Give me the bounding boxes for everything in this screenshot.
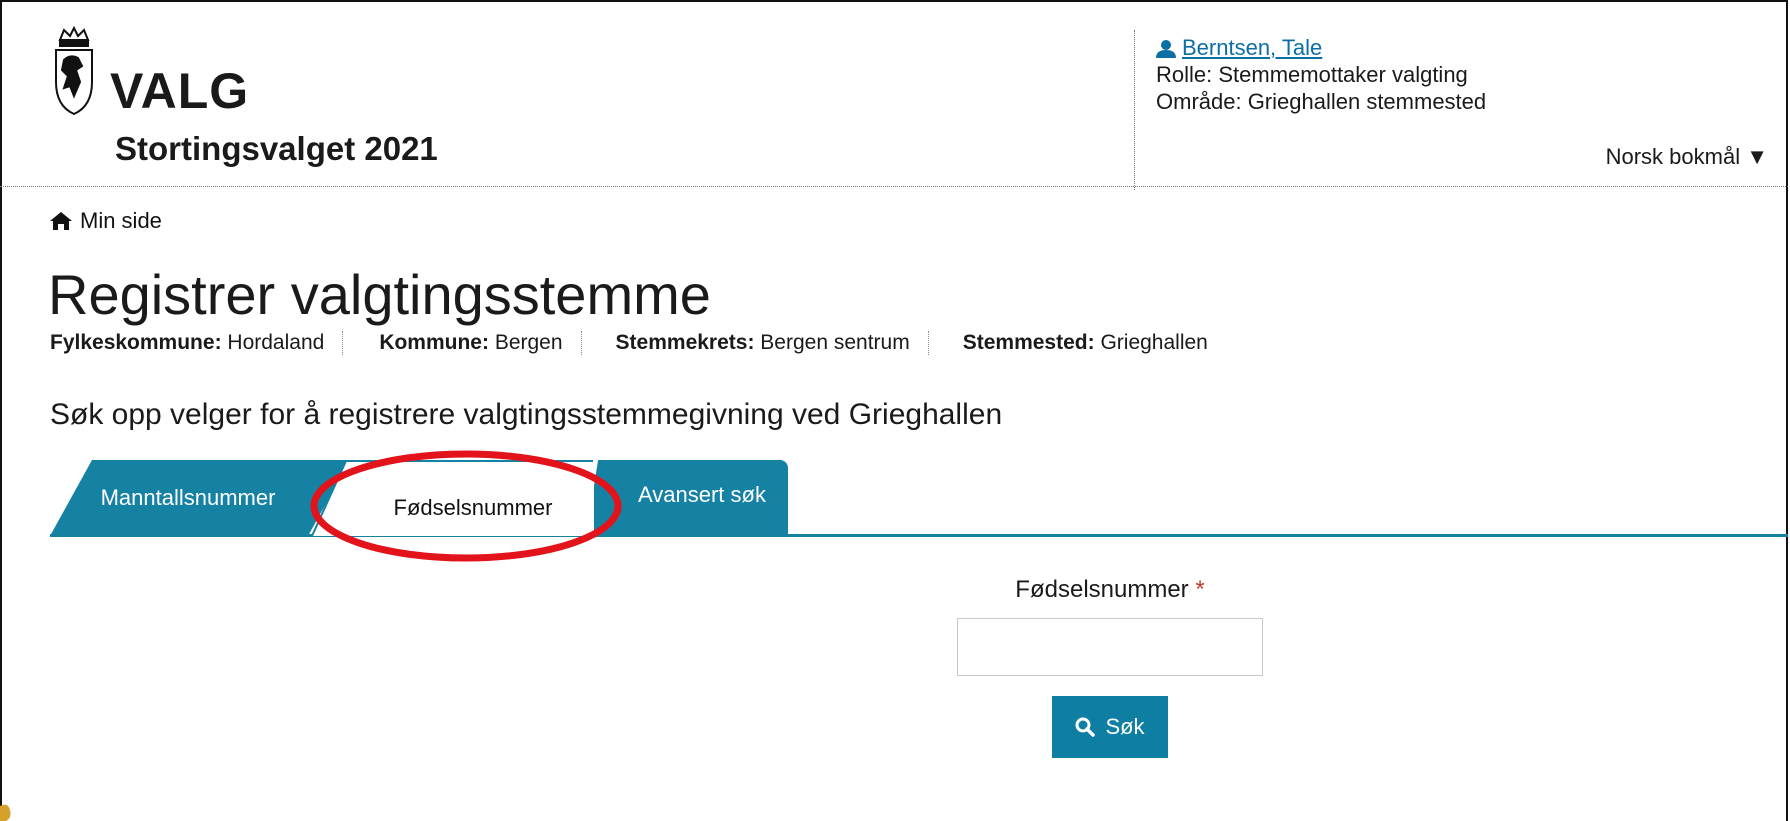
tab-label: Manntallsnummer bbox=[100, 485, 276, 510]
corner-decoration bbox=[0, 804, 11, 821]
tab-label: Avansert søk bbox=[638, 482, 766, 507]
coat-of-arms-icon bbox=[55, 26, 93, 116]
annotation-ellipse bbox=[310, 450, 622, 562]
language-selector[interactable]: Norsk bokmål ▼ bbox=[1606, 144, 1768, 170]
user-role: Rolle: Stemmemottaker valgting bbox=[1156, 62, 1468, 87]
caret-down-icon: ▼ bbox=[1746, 144, 1768, 169]
search-button[interactable]: Søk bbox=[1052, 696, 1168, 758]
location-meta: Fylkeskommune: Hordaland Kommune: Bergen… bbox=[50, 331, 1226, 355]
lead-text: Søk opp velger for å registrere valgting… bbox=[50, 398, 1003, 431]
user-info: Berntsen, Tale Rolle: Stemmemottaker val… bbox=[1156, 34, 1486, 115]
meta-polling-station: Stemmested: Grieghallen bbox=[927, 331, 1226, 355]
language-label: Norsk bokmål bbox=[1605, 144, 1741, 169]
meta-county: Fylkeskommune: Hordaland bbox=[50, 331, 325, 354]
tab-manntallsnummer[interactable]: Manntallsnummer bbox=[50, 460, 350, 536]
header-bottom-divider bbox=[0, 186, 1788, 187]
breadcrumb: Min side bbox=[50, 208, 162, 234]
home-icon bbox=[50, 212, 72, 230]
search-icon bbox=[1075, 717, 1096, 737]
required-marker: * bbox=[1195, 576, 1205, 603]
meta-district: Stemmekrets: Bergen sentrum bbox=[580, 331, 928, 355]
fodselsnummer-input[interactable] bbox=[957, 618, 1263, 676]
breadcrumb-home-link[interactable]: Min side bbox=[80, 208, 162, 234]
page-title: Registrer valgtingsstemme bbox=[48, 263, 711, 326]
brand-name: VALG bbox=[110, 63, 250, 119]
search-form: Fødselsnummer * Søk bbox=[955, 576, 1265, 758]
header-divider bbox=[1134, 30, 1135, 190]
user-icon bbox=[1156, 40, 1176, 58]
field-label: Fødselsnummer * bbox=[1015, 576, 1205, 603]
election-name: Stortingsvalget 2021 bbox=[115, 130, 438, 167]
user-area: Område: Grieghallen stemmested bbox=[1156, 89, 1487, 114]
user-name-link[interactable]: Berntsen, Tale bbox=[1182, 35, 1322, 60]
meta-municipality: Kommune: Bergen bbox=[342, 331, 580, 355]
search-button-label: Søk bbox=[1105, 714, 1145, 739]
